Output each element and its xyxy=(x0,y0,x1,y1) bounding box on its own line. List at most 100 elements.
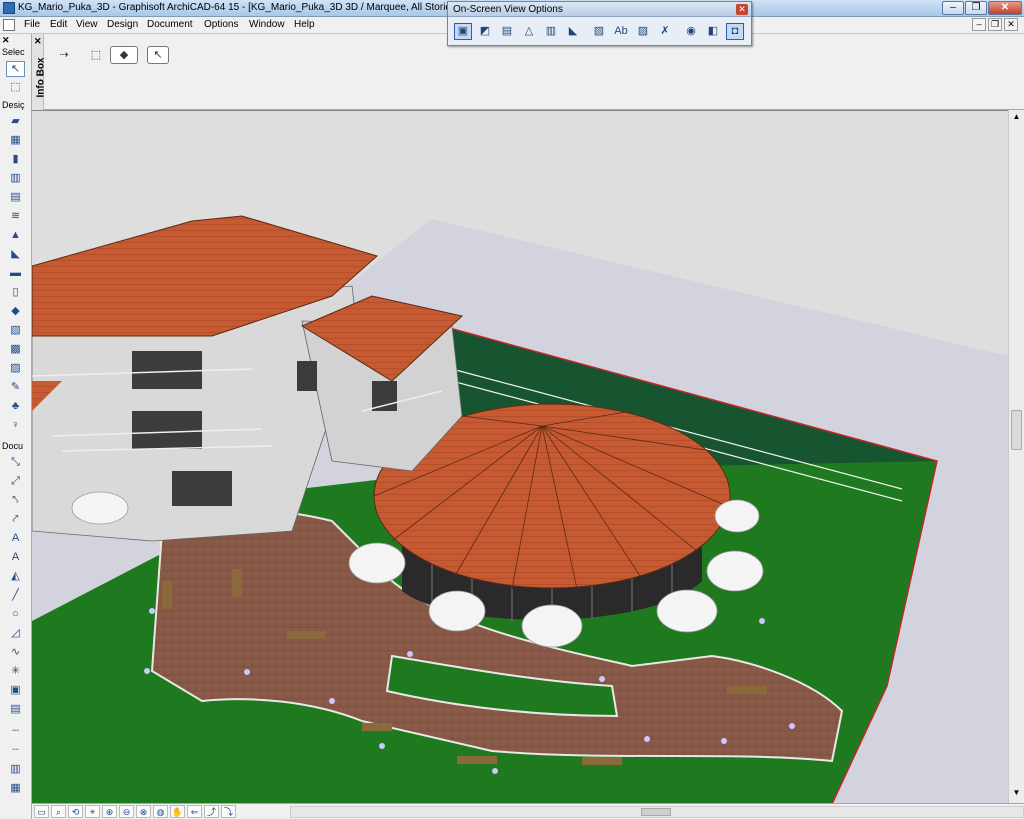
text-tool-icon[interactable]: A xyxy=(6,531,25,547)
drawing-tool-icon[interactable]: ▤ xyxy=(6,702,25,718)
fill-icon[interactable]: ▤ xyxy=(498,23,516,40)
info-box-close-icon[interactable]: ✕ xyxy=(34,36,42,47)
toolbox: ✕ Selec ↖ ⬚ Desiç ▰ ▦ ▮ ▥ ▤ ≋ ▲ ◣ ▬ ▯ ◆ … xyxy=(0,34,32,819)
line-tool-icon[interactable]: ╱ xyxy=(6,588,25,604)
palette-title-bar[interactable]: On-Screen View Options ✕ xyxy=(448,2,751,17)
horizontal-scrollbar[interactable] xyxy=(290,806,1024,818)
orbit-icon[interactable]: ⟲ xyxy=(68,805,83,818)
spline-tool-icon[interactable]: ∿ xyxy=(6,645,25,661)
pan-icon[interactable]: ⌖ xyxy=(85,805,100,818)
worksheet-tool-icon[interactable]: ▥ xyxy=(6,762,25,778)
mdi-minimize-button[interactable]: – xyxy=(972,18,986,31)
slab-tool-icon[interactable]: ◆ xyxy=(6,304,25,320)
vertical-scroll-thumb[interactable] xyxy=(1011,410,1022,450)
mdi-close-button[interactable]: ✕ xyxy=(1004,18,1018,31)
3d-viewport[interactable] xyxy=(32,110,1024,803)
active-view-icon[interactable]: ◘ xyxy=(726,23,744,40)
window-title: KG_Mario_Puka_3D - Graphisoft ArchiCAD-6… xyxy=(18,2,459,13)
roof-icon[interactable]: △ xyxy=(520,23,538,40)
vertical-scrollbar[interactable]: ▲ ▼ xyxy=(1008,110,1024,803)
toolbox-close-icon[interactable]: ✕ xyxy=(2,35,10,46)
toolbox-section-document[interactable]: Docu xyxy=(2,441,23,451)
dimension-tool-icon[interactable]: ⤡ xyxy=(6,455,25,471)
detail-tool-icon[interactable]: ▦ xyxy=(6,781,25,797)
app-icon[interactable] xyxy=(3,2,15,14)
slab-icon[interactable]: ◣ xyxy=(564,23,582,40)
menu-window[interactable]: Window xyxy=(249,19,285,30)
curtain-wall-tool-icon[interactable]: ▩ xyxy=(6,342,25,358)
marquee-type-icon[interactable]: ◆ xyxy=(110,46,138,64)
roof-tool-icon[interactable]: ▲ xyxy=(6,228,25,244)
column-2-tool-icon[interactable]: ▯ xyxy=(6,285,25,301)
view-options-icon[interactable]: ⤵ xyxy=(221,805,236,818)
zone-icon[interactable]: ▨ xyxy=(634,23,652,40)
polyline-tool-icon[interactable]: ◿ xyxy=(6,626,25,642)
label-tool-icon[interactable]: A xyxy=(6,550,25,566)
camera-icon[interactable]: ◉ xyxy=(682,23,700,40)
document-icon[interactable] xyxy=(3,19,15,31)
dimension-icon[interactable]: ✗ xyxy=(656,23,674,40)
toolbox-section-select[interactable]: Selec xyxy=(2,47,25,57)
maximize-button[interactable]: ❐ xyxy=(965,1,987,15)
zoom-icon[interactable]: ⌕ xyxy=(51,805,66,818)
window-tool-icon[interactable]: ▥ xyxy=(6,171,25,187)
camera-view-icon[interactable]: ◍ xyxy=(153,805,168,818)
shell-tool-icon[interactable]: ◣ xyxy=(6,247,25,263)
minimize-button[interactable]: – xyxy=(942,1,964,15)
arrow-tool-icon[interactable]: ↖ xyxy=(147,46,169,64)
menu-edit[interactable]: Edit xyxy=(50,19,67,30)
morph-tool-icon[interactable]: ✎ xyxy=(6,380,25,396)
circle-tool-icon[interactable]: ○ xyxy=(6,607,25,623)
menu-view[interactable]: View xyxy=(76,19,98,30)
marquee-tool-icon[interactable]: ⬚ xyxy=(6,80,25,96)
section-tool-icon[interactable]: ┄ xyxy=(6,724,25,740)
fill-tool-icon[interactable]: ◭ xyxy=(6,569,25,585)
layer-icon[interactable]: ◧ xyxy=(704,23,722,40)
beam-tool-icon[interactable]: ▬ xyxy=(6,266,25,282)
menu-document[interactable]: Document xyxy=(147,19,193,30)
menu-options[interactable]: Options xyxy=(204,19,238,30)
column-tool-icon[interactable]: ▦ xyxy=(6,133,25,149)
zoom-in-icon[interactable]: ⊕ xyxy=(102,805,117,818)
lamp-tool-icon[interactable]: ♣ xyxy=(6,399,25,415)
stair-tool-icon[interactable]: ≋ xyxy=(6,209,25,225)
info-box-handle[interactable]: ✕ Info Box xyxy=(32,34,47,110)
toolbox-section-design[interactable]: Desiç xyxy=(2,100,25,110)
wall-tool-icon[interactable]: ▰ xyxy=(6,114,25,130)
archicad-window: KG_Mario_Puka_3D - Graphisoft ArchiCAD-6… xyxy=(0,0,1024,819)
elevation-tool-icon[interactable]: ┈ xyxy=(6,743,25,759)
scroll-up-icon[interactable]: ▲ xyxy=(1011,112,1022,123)
grid-icon[interactable]: ▣ xyxy=(454,23,472,40)
object-tool-icon[interactable]: ▤ xyxy=(6,190,25,206)
marquee-shape-icon[interactable]: ⬚ xyxy=(84,46,108,64)
hand-pan-icon[interactable]: ✋ xyxy=(170,805,185,818)
previous-view-icon[interactable]: ⇐ xyxy=(187,805,202,818)
arrow-tool-icon[interactable]: ↖ xyxy=(6,61,25,77)
close-button[interactable]: ✕ xyxy=(988,1,1022,15)
level-dimension-tool-icon[interactable]: ⤢ xyxy=(6,474,25,490)
fit-in-window-icon[interactable]: ▭ xyxy=(34,805,49,818)
mesh-tool-icon[interactable]: ▧ xyxy=(6,323,25,339)
angle-dimension-tool-icon[interactable]: ⤤ xyxy=(6,512,25,528)
mdi-restore-button[interactable]: ❐ xyxy=(988,18,1002,31)
zoom-out-icon[interactable]: ⊖ xyxy=(119,805,134,818)
wall-icon[interactable]: ▥ xyxy=(542,23,560,40)
hotspot-tool-icon[interactable]: ✳ xyxy=(6,664,25,680)
explore-icon[interactable]: ⊗ xyxy=(136,805,151,818)
selection-method-icon[interactable]: ⇢ xyxy=(52,46,76,64)
section-markers-icon[interactable]: ◩ xyxy=(476,23,494,40)
menu-file[interactable]: File xyxy=(24,19,40,30)
scroll-down-icon[interactable]: ▼ xyxy=(1011,788,1022,799)
radial-dimension-tool-icon[interactable]: ⤣ xyxy=(6,493,25,509)
zone-tool-icon[interactable]: ▨ xyxy=(6,361,25,377)
palette-close-icon[interactable]: ✕ xyxy=(736,4,748,15)
text-icon[interactable]: Ab xyxy=(612,23,630,40)
person-tool-icon[interactable]: ♀ xyxy=(6,418,25,434)
figure-tool-icon[interactable]: ▣ xyxy=(6,683,25,699)
menu-design[interactable]: Design xyxy=(107,19,138,30)
door-tool-icon[interactable]: ▮ xyxy=(6,152,25,168)
hatch-icon[interactable]: ▧ xyxy=(590,23,608,40)
next-view-icon[interactable]: ⤴ xyxy=(204,805,219,818)
menu-help[interactable]: Help xyxy=(294,19,315,30)
horizontal-scroll-thumb[interactable] xyxy=(641,808,671,816)
